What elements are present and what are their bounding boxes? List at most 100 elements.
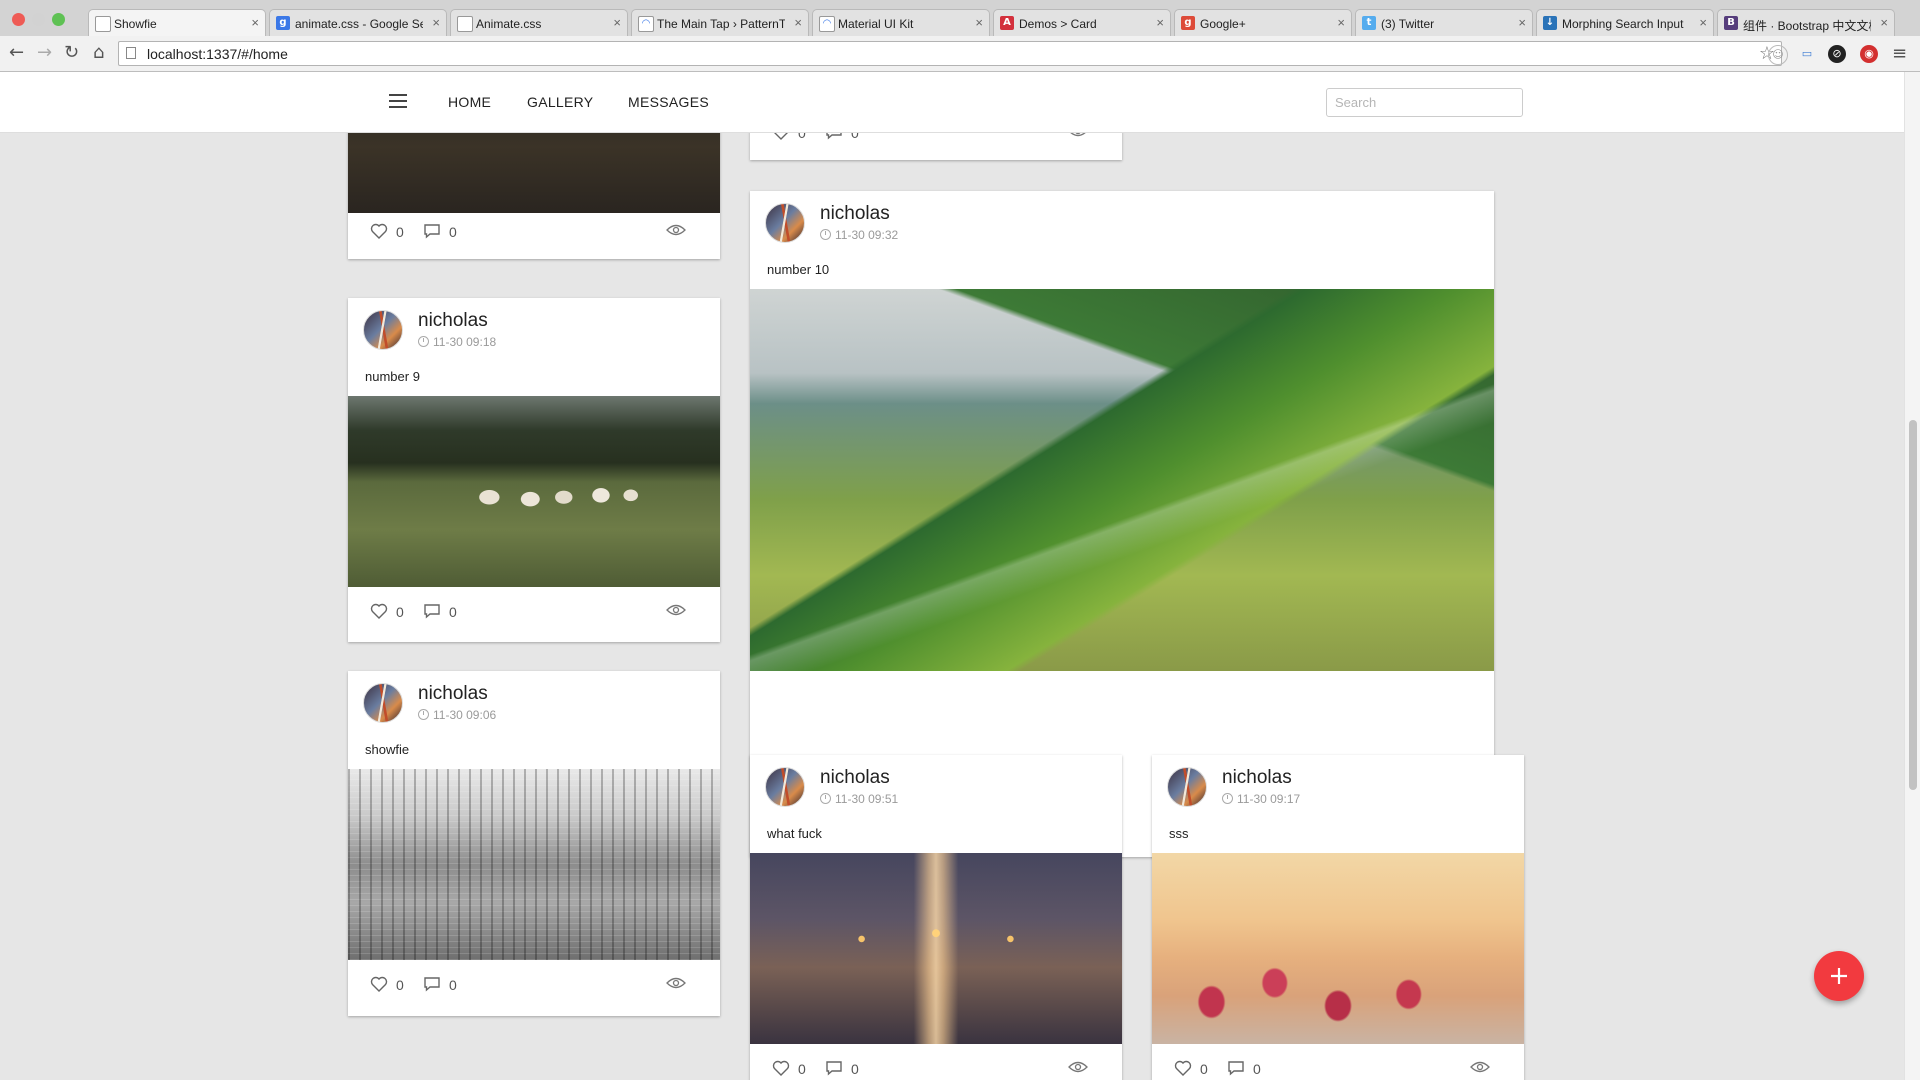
browser-tab[interactable]: g Google+ × (1174, 9, 1352, 36)
tab-favicon-icon (457, 16, 473, 32)
username[interactable]: nicholas (820, 767, 890, 789)
close-icon[interactable]: × (1880, 15, 1888, 30)
username[interactable]: nicholas (1222, 767, 1292, 789)
close-icon[interactable]: × (1156, 15, 1164, 30)
tab-favicon-icon: A (1000, 16, 1014, 30)
post-image[interactable] (348, 396, 720, 587)
browser-tab[interactable]: g animate.css - Google Search × (269, 9, 447, 36)
browser-menu-icon[interactable]: ≡ (1892, 43, 1907, 64)
forward-arrow-icon[interactable]: → (37, 42, 52, 63)
app-header: HOME GALLERY MESSAGES (0, 72, 1904, 133)
browser-tab[interactable]: Animate.css × (450, 9, 628, 36)
like-count: 0 (798, 1061, 806, 1077)
heart-icon[interactable] (370, 976, 388, 992)
post-image[interactable] (348, 133, 720, 213)
back-arrow-icon[interactable]: ← (9, 42, 24, 63)
close-icon[interactable]: × (613, 15, 621, 30)
post-card: nicholas 11-30 09:17 sss 0 0 (1152, 755, 1524, 1080)
comment-icon[interactable] (1227, 1060, 1245, 1076)
post-image[interactable] (750, 853, 1122, 1044)
close-icon[interactable]: × (251, 15, 259, 30)
browser-tab[interactable]: t (3) Twitter × (1355, 9, 1533, 36)
extension-icon-1[interactable]: ☺ (1768, 45, 1788, 65)
extension-icon-2[interactable]: ▭ (1798, 45, 1816, 63)
minimize-window-button[interactable] (32, 13, 45, 26)
extension-icon-4[interactable]: ◉ (1860, 45, 1878, 63)
heart-icon[interactable] (1174, 1060, 1192, 1076)
username[interactable]: nicholas (418, 683, 488, 705)
close-icon[interactable]: × (794, 15, 802, 30)
close-window-button[interactable] (12, 13, 25, 26)
tab-favicon-icon: ◠ (638, 16, 654, 32)
post-card: nicholas 11-30 09:18 number 9 0 0 (348, 298, 720, 642)
address-bar[interactable]: localhost:1337/#/home ☆ (118, 41, 1782, 66)
comment-icon[interactable] (423, 603, 441, 619)
post-footer: 0 0 (348, 960, 720, 1012)
home-icon[interactable]: ⌂ (93, 42, 104, 63)
close-icon[interactable]: × (432, 15, 440, 30)
nav-messages[interactable]: MESSAGES (628, 94, 709, 110)
close-icon[interactable]: × (975, 15, 983, 30)
post-time: 11-30 09:06 (418, 708, 496, 722)
heart-icon[interactable] (772, 133, 790, 140)
eye-icon[interactable] (1068, 133, 1088, 138)
comment-icon[interactable] (423, 976, 441, 992)
browser-tab[interactable]: ◠ The Main Tap › PatternTap × (631, 9, 809, 36)
close-icon[interactable]: × (1699, 15, 1707, 30)
nav-home[interactable]: HOME (448, 94, 491, 110)
scrollbar-thumb[interactable] (1909, 420, 1917, 790)
avatar[interactable] (765, 203, 805, 243)
heart-icon[interactable] (370, 603, 388, 619)
eye-icon[interactable] (666, 976, 686, 990)
maximize-window-button[interactable] (52, 13, 65, 26)
eye-icon[interactable] (1068, 1060, 1088, 1074)
eye-icon[interactable] (666, 603, 686, 617)
browser-chrome: Showfie×ganimate.css - Google Search×Ani… (0, 0, 1920, 72)
avatar[interactable] (765, 767, 805, 807)
close-icon[interactable]: × (1337, 15, 1345, 30)
nav-gallery[interactable]: GALLERY (527, 94, 593, 110)
tab-title: animate.css - Google Search (295, 17, 423, 31)
username[interactable]: nicholas (820, 203, 890, 225)
browser-tab[interactable]: Showfie × (88, 9, 266, 36)
avatar[interactable] (1167, 767, 1207, 807)
post-footer: 0 0 (348, 587, 720, 639)
tab-list: Showfie×ganimate.css - Google Search×Ani… (88, 9, 1898, 36)
post-footer: 0 0 (750, 133, 1122, 160)
heart-icon[interactable] (370, 223, 388, 239)
post-image[interactable] (348, 769, 720, 960)
plus-icon (1831, 968, 1847, 984)
hamburger-icon[interactable] (389, 94, 407, 108)
post-caption: number 10 (767, 262, 830, 277)
comment-icon[interactable] (825, 1060, 843, 1076)
comment-count: 0 (851, 133, 859, 141)
comment-icon[interactable] (423, 223, 441, 239)
page-scrollbar[interactable] (1904, 72, 1920, 1080)
add-post-button[interactable] (1814, 951, 1864, 1001)
tab-title: 组件 · Bootstrap 中文文档 (1743, 19, 1871, 33)
heart-icon[interactable] (772, 1060, 790, 1076)
tab-title: Morphing Search Input (1562, 17, 1684, 31)
username[interactable]: nicholas (418, 310, 488, 332)
browser-tab[interactable]: ◠ Material UI Kit × (812, 9, 990, 36)
browser-tab[interactable]: A Demos > Card × (993, 9, 1171, 36)
browser-tab[interactable]: B 组件 · Bootstrap 中文文档 × (1717, 9, 1895, 36)
post-card: nicholas 11-30 09:06 showfie 0 0 (348, 671, 720, 1016)
post-footer: 0 0 (1152, 1044, 1524, 1080)
search-input[interactable] (1326, 88, 1523, 117)
comment-count: 0 (449, 977, 457, 993)
comment-icon[interactable] (825, 133, 843, 140)
like-count: 0 (1200, 1061, 1208, 1077)
reload-icon[interactable]: ↻ (64, 42, 79, 63)
avatar[interactable] (363, 310, 403, 350)
tab-favicon-icon: B (1724, 16, 1738, 30)
eye-icon[interactable] (666, 223, 686, 237)
avatar[interactable] (363, 683, 403, 723)
close-icon[interactable]: × (1518, 15, 1526, 30)
clock-icon (820, 229, 831, 240)
eye-icon[interactable] (1470, 1060, 1490, 1074)
browser-tab[interactable]: ↓ Morphing Search Input × (1536, 9, 1714, 36)
post-image[interactable] (750, 289, 1494, 671)
extension-icon-3[interactable]: ⊘ (1828, 45, 1846, 63)
post-image[interactable] (1152, 853, 1524, 1044)
